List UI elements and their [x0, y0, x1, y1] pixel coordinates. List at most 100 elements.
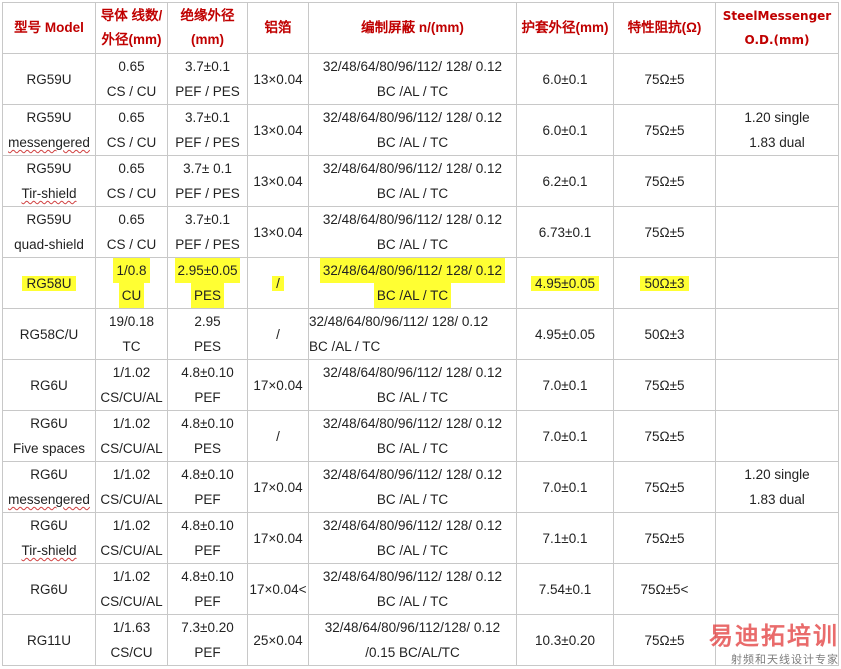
- cell-conductor: 1/0.8 CU: [95, 257, 168, 309]
- cell-jacket: 4.95±0.05: [516, 257, 614, 309]
- cell-impedance: 75Ω±5: [613, 53, 716, 105]
- cell-messenger: 1.20 single 1.83 dual: [715, 104, 839, 156]
- header-foil: 铝箔: [247, 2, 309, 54]
- cell-foil: /: [247, 257, 309, 309]
- cell-messenger: [715, 410, 839, 462]
- cell-braid: 32/48/64/80/96/112/ 128/ 0.12 BC /AL / TC: [308, 563, 517, 615]
- cell-braid: 32/48/64/80/96/112/128/ 0.12/0.15 BC/AL/…: [308, 614, 517, 666]
- cell-braid: 32/48/64/80/96/112/ 128/ 0.12 BC /AL / TC: [308, 512, 517, 564]
- cell-jacket: 7.1±0.1: [516, 512, 614, 564]
- cell-braid: 32/48/64/80/96/112/ 128/ 0.12 BC /AL / TC: [308, 359, 517, 411]
- table-row: RG59U Tir-shield 0.65 CS / CU 3.7± 0.1 PEF …: [2, 155, 839, 207]
- cell-foil: 17×0.04: [247, 512, 309, 564]
- cell-conductor: 0.65 CS / CU: [95, 53, 168, 105]
- cell-jacket: 7.0±0.1: [516, 461, 614, 513]
- table-row: RG6U 1/1.02 CS/CU/AL 4.8±0.10 PEF 17×0.04<…: [2, 563, 839, 615]
- cell-insulation: 4.8±0.10 PEF: [167, 359, 248, 411]
- cell-insulation: 4.8±0.10 PEF: [167, 512, 248, 564]
- cell-model: RG59U: [2, 53, 96, 105]
- cell-foil: /: [247, 308, 309, 360]
- cell-braid: 32/48/64/80/96/112/ 128/ 0.12 BC /AL / TC: [308, 461, 517, 513]
- cell-impedance: 75Ω±5: [613, 155, 716, 207]
- cell-messenger: 1.20 single 1.83 dual: [715, 461, 839, 513]
- cell-model: RG6U: [2, 563, 96, 615]
- cell-foil: 17×0.04: [247, 461, 309, 513]
- cell-messenger: [715, 257, 839, 309]
- cell-impedance: 50Ω±3: [613, 257, 716, 309]
- cell-impedance: 75Ω±5: [613, 206, 716, 258]
- cell-jacket: 7.54±0.1: [516, 563, 614, 615]
- cell-braid: 32/48/64/80/96/112/ 128/ 0.12 BC /AL / TC: [308, 155, 517, 207]
- cell-model: RG58C/U: [2, 308, 96, 360]
- cell-jacket: 10.3±0.20: [516, 614, 614, 666]
- cell-foil: 13×0.04: [247, 155, 309, 207]
- cell-foil: /: [247, 410, 309, 462]
- cell-braid: 32/48/64/80/96/112/ 128/ 0.12 BC /AL / TC: [308, 257, 517, 309]
- cell-braid: 32/48/64/80/96/112/ 128/ 0.12 BC /AL / TC: [308, 206, 517, 258]
- cell-conductor: 0.65 CS / CU: [95, 104, 168, 156]
- cell-jacket: 6.2±0.1: [516, 155, 614, 207]
- table-row: RG6U 1/1.02 CS/CU/AL 4.8±0.10 PEF 17×0.04 …: [2, 359, 839, 411]
- cell-jacket: 6.0±0.1: [516, 104, 614, 156]
- cell-model: RG11U: [2, 614, 96, 666]
- table-row-highlighted: RG58U 1/0.8 CU 2.95±0.05 PES / 32/48/64/80…: [2, 257, 839, 309]
- cell-impedance: 75Ω±5: [613, 104, 716, 156]
- cell-jacket: 7.0±0.1: [516, 410, 614, 462]
- header-braid: 编制屏蔽 n/(mm): [308, 2, 517, 54]
- cell-insulation: 3.7± 0.1 PEF / PES: [167, 155, 248, 207]
- cell-model: RG59U Tir-shield: [2, 155, 96, 207]
- cell-impedance: 75Ω±5: [613, 461, 716, 513]
- cell-insulation: 4.8±0.10 PEF: [167, 563, 248, 615]
- cell-model: RG6U Five spaces: [2, 410, 96, 462]
- header-conductor: 导体 线数/外径(mm): [95, 2, 168, 54]
- table-row: RG59U quad-shield 0.65 CS / CU 3.7±0.1 PEF …: [2, 206, 839, 258]
- cell-foil: 25×0.04: [247, 614, 309, 666]
- cell-model: RG6U messengered: [2, 461, 96, 513]
- cell-jacket: 6.73±0.1: [516, 206, 614, 258]
- cell-conductor: 0.65 CS / CU: [95, 206, 168, 258]
- table-row: RG58C/U 19/0.18 TC 2.95 PES / 32/48/64/80/…: [2, 308, 839, 360]
- cell-insulation: 4.8±0.10 PEF: [167, 461, 248, 513]
- cell-insulation: 7.3±0.20 PEF: [167, 614, 248, 666]
- cell-impedance: 75Ω±5: [613, 614, 716, 666]
- table-row: RG59U 0.65 CS / CU 3.7±0.1 PEF / PES 13×0.…: [2, 53, 839, 105]
- cell-impedance: 75Ω±5: [613, 359, 716, 411]
- cell-braid: 32/48/64/80/96/112/ 128/ 0.12 BC /AL / TC: [308, 104, 517, 156]
- cell-foil: 17×0.04: [247, 359, 309, 411]
- cell-conductor: 1/1.02 CS/CU/AL: [95, 359, 168, 411]
- cell-conductor: 1/1.63 CS/CU: [95, 614, 168, 666]
- cell-model: RG59U quad-shield: [2, 206, 96, 258]
- cell-conductor: 19/0.18 TC: [95, 308, 168, 360]
- cell-foil: 13×0.04: [247, 104, 309, 156]
- cell-conductor: 1/1.02 CS/CU/AL: [95, 512, 168, 564]
- header-impedance: 特性阻抗(Ω): [613, 2, 716, 54]
- cell-braid: 32/48/64/80/96/112/ 128/ 0.12 BC /AL / TC: [308, 53, 517, 105]
- table-row: RG59U messengered 0.65 CS / CU 3.7±0.1 PEF …: [2, 104, 839, 156]
- table-row: RG6U Tir-shield 1/1.02 CS/CU/AL 4.8±0.10 PE…: [2, 512, 839, 564]
- cell-foil: 13×0.04: [247, 206, 309, 258]
- table-row: RG6U Five spaces 1/1.02 CS/CU/AL 4.8±0.10 P…: [2, 410, 839, 462]
- cell-foil: 17×0.04<: [247, 563, 309, 615]
- cell-insulation: 3.7±0.1 PEF / PES: [167, 206, 248, 258]
- cell-conductor: 0.65 CS / CU: [95, 155, 168, 207]
- cell-foil: 13×0.04: [247, 53, 309, 105]
- cell-braid: 32/48/64/80/96/112/ 128/ 0.12 BC /AL / TC: [308, 308, 517, 360]
- cell-braid: 32/48/64/80/96/112/ 128/ 0.12 BC /AL / TC: [308, 410, 517, 462]
- cell-impedance: 75Ω±5<: [613, 563, 716, 615]
- cell-conductor: 1/1.02 CS/CU/AL: [95, 563, 168, 615]
- cell-messenger: [715, 53, 839, 105]
- cell-messenger: [715, 308, 839, 360]
- header-jacket: 护套外径(mm): [516, 2, 614, 54]
- cell-insulation: 3.7±0.1 PEF / PES: [167, 104, 248, 156]
- cable-spec-table: 型号 Model 导体 线数/外径(mm) 绝缘外径 (mm) 铝箔 编制屏蔽 n…: [2, 2, 839, 666]
- cell-model: RG59U messengered: [2, 104, 96, 156]
- cell-insulation: 2.95±0.05 PES: [167, 257, 248, 309]
- cell-insulation: 2.95 PES: [167, 308, 248, 360]
- cell-impedance: 50Ω±3: [613, 308, 716, 360]
- cell-model: RG6U: [2, 359, 96, 411]
- cell-messenger: [715, 512, 839, 564]
- cell-jacket: 6.0±0.1: [516, 53, 614, 105]
- cell-messenger: [715, 359, 839, 411]
- cell-conductor: 1/1.02 CS/CU/AL: [95, 461, 168, 513]
- cell-messenger: [715, 155, 839, 207]
